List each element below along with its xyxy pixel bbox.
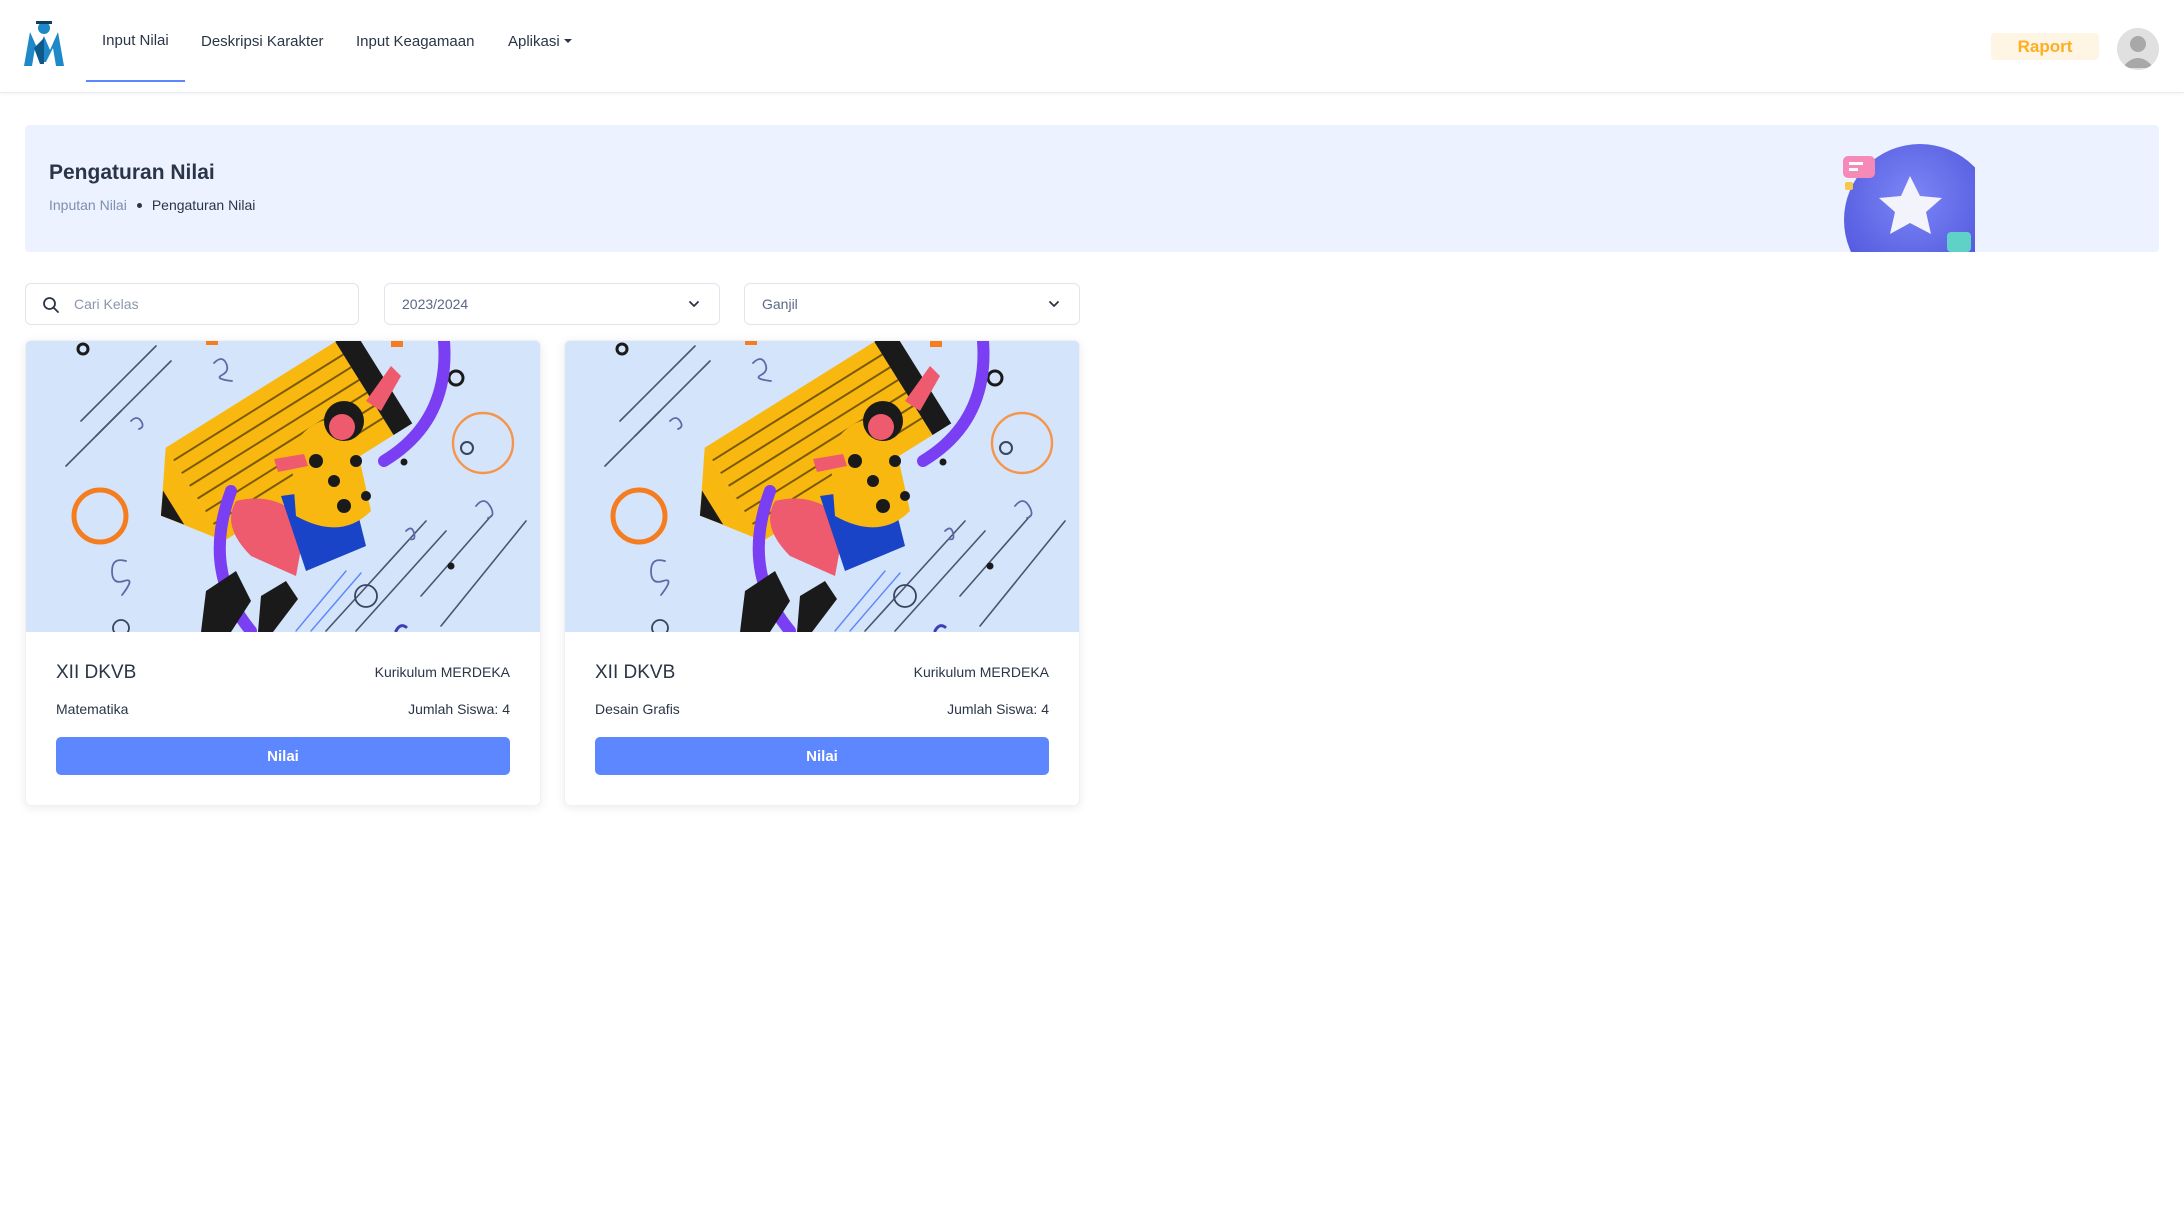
nav-aplikasi-label: Aplikasi bbox=[508, 32, 560, 50]
user-avatar[interactable] bbox=[2117, 28, 2159, 70]
subject-label: Desain Grafis bbox=[595, 701, 680, 717]
app-logo[interactable] bbox=[22, 18, 66, 70]
student-count: Jumlah Siswa: 4 bbox=[947, 701, 1049, 717]
nav-input-keagamaan[interactable]: Input Keagamaan bbox=[356, 0, 474, 82]
breadcrumb: Inputan Nilai Pengaturan Nilai bbox=[49, 197, 255, 213]
top-navbar: Input Nilai Deskripsi Karakter Input Kea… bbox=[0, 0, 2184, 93]
breadcrumb-link-inputan-nilai[interactable]: Inputan Nilai bbox=[49, 197, 127, 213]
nav-deskripsi-karakter-label: Deskripsi Karakter bbox=[201, 32, 324, 50]
search-class-box bbox=[25, 283, 359, 325]
page-header-banner: Pengaturan Nilai Inputan Nilai Pengatura… bbox=[25, 125, 2159, 252]
class-card: XII DKVB Kurikulum MERDEKA Desain Grafis… bbox=[564, 340, 1080, 806]
class-name: XII DKVB bbox=[595, 662, 676, 683]
search-icon bbox=[43, 297, 59, 313]
chevron-down-icon bbox=[1049, 301, 1059, 307]
chevron-down-icon bbox=[689, 301, 699, 307]
semester-select-value: Ganjil bbox=[762, 296, 798, 312]
year-select-value: 2023/2024 bbox=[402, 296, 469, 312]
raport-button[interactable]: Raport bbox=[1991, 33, 2099, 60]
nilai-button[interactable]: Nilai bbox=[595, 737, 1049, 775]
class-card-illustration bbox=[26, 341, 540, 632]
semester-select[interactable]: Ganjil bbox=[744, 283, 1080, 325]
curriculum-label: Kurikulum MERDEKA bbox=[913, 664, 1049, 680]
star-illustration bbox=[1805, 140, 1996, 252]
page-title: Pengaturan Nilai bbox=[49, 161, 215, 184]
class-card: XII DKVB Kurikulum MERDEKA Matematika Ju… bbox=[25, 340, 541, 806]
breadcrumb-current: Pengaturan Nilai bbox=[151, 197, 256, 213]
curriculum-label: Kurikulum MERDEKA bbox=[374, 664, 510, 680]
subject-label: Matematika bbox=[56, 701, 129, 717]
caret-down-icon bbox=[563, 39, 572, 43]
year-select[interactable]: 2023/2024 bbox=[384, 283, 720, 325]
breadcrumb-separator bbox=[136, 202, 142, 208]
student-count: Jumlah Siswa: 4 bbox=[408, 701, 510, 717]
nilai-button[interactable]: Nilai bbox=[56, 737, 510, 775]
nav-deskripsi-karakter[interactable]: Deskripsi Karakter bbox=[201, 0, 324, 82]
nav-input-keagamaan-label: Input Keagamaan bbox=[356, 32, 475, 50]
search-class-input[interactable] bbox=[74, 284, 344, 324]
nav-input-nilai-label: Input Nilai bbox=[102, 31, 169, 49]
nav-aplikasi-dropdown[interactable]: Aplikasi bbox=[508, 0, 572, 82]
nav-input-nilai[interactable]: Input Nilai bbox=[86, 0, 185, 82]
class-card-illustration bbox=[565, 341, 1079, 632]
class-name: XII DKVB bbox=[56, 662, 137, 683]
user-icon bbox=[2117, 28, 2159, 70]
